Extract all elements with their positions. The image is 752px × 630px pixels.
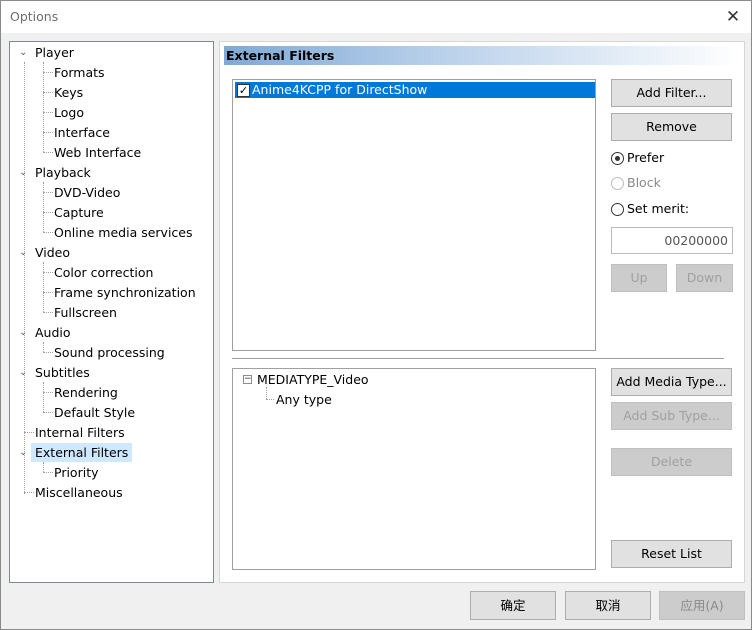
tree-item-capture[interactable]: Capture xyxy=(50,203,108,222)
collapse-icon[interactable]: ⌄ xyxy=(19,48,28,58)
cancel-button[interactable]: 取消 xyxy=(565,591,651,620)
checkbox-checked-icon[interactable]: ✓ xyxy=(237,84,250,97)
tree-item-audio[interactable]: Audio xyxy=(31,323,75,342)
tree-item-rendering[interactable]: Rendering xyxy=(50,383,122,402)
add-media-type-button[interactable]: Add Media Type... xyxy=(611,368,732,396)
collapse-icon[interactable]: ⌄ xyxy=(19,368,28,378)
radio-selected-icon xyxy=(615,156,620,161)
delete-button[interactable]: Delete xyxy=(611,448,732,476)
title-bar: Options ✕ xyxy=(1,1,751,33)
add-filter-button[interactable]: Add Filter... xyxy=(611,79,732,107)
filter-list-item[interactable]: ✓ Anime4KCPP for DirectShow xyxy=(235,82,595,98)
options-window: Options ✕ ⌄ Player Formats Keys Logo Int… xyxy=(0,0,752,630)
tree-item-formats[interactable]: Formats xyxy=(50,63,109,82)
tree-item-dvd-video[interactable]: DVD-Video xyxy=(50,183,124,202)
tree-item-color-correction[interactable]: Color correction xyxy=(50,263,157,282)
media-type-child[interactable]: Any type xyxy=(276,391,332,409)
close-icon[interactable]: ✕ xyxy=(721,5,745,29)
tree-item-keys[interactable]: Keys xyxy=(50,83,87,102)
media-type-root[interactable]: MEDIATYPE_Video xyxy=(257,371,369,389)
add-sub-type-button[interactable]: Add Sub Type... xyxy=(611,402,732,430)
tree-item-web-interface[interactable]: Web Interface xyxy=(50,143,145,162)
ok-button[interactable]: 确定 xyxy=(470,591,556,620)
tree-item-internal-filters[interactable]: Internal Filters xyxy=(31,423,129,442)
tree-item-interface[interactable]: Interface xyxy=(50,123,114,142)
tree-item-subtitles[interactable]: Subtitles xyxy=(31,363,94,382)
tree-item-logo[interactable]: Logo xyxy=(50,103,88,122)
external-filters-panel: External Filters ✓ Anime4KCPP for Direct… xyxy=(219,41,745,583)
tree-item-player[interactable]: Player xyxy=(31,43,78,62)
down-button[interactable]: Down xyxy=(676,264,733,292)
tree-item-default-style[interactable]: Default Style xyxy=(50,403,139,422)
tree-item-playback[interactable]: Playback xyxy=(31,163,95,182)
panel-header: External Filters xyxy=(224,46,742,65)
filter-list[interactable]: ✓ Anime4KCPP for DirectShow xyxy=(232,79,596,351)
options-tree[interactable]: ⌄ Player Formats Keys Logo Interface Web… xyxy=(9,41,214,583)
collapse-icon[interactable]: ⌄ xyxy=(19,328,28,338)
tree-item-external-filters[interactable]: External Filters xyxy=(31,443,133,462)
tree-item-sound-processing[interactable]: Sound processing xyxy=(50,343,169,362)
collapse-icon[interactable]: ⌄ xyxy=(19,248,28,258)
tree-item-video[interactable]: Video xyxy=(31,243,74,262)
tree-item-online-media-services[interactable]: Online media services xyxy=(50,223,197,242)
collapse-box-icon[interactable]: − xyxy=(243,375,252,384)
tree-item-fullscreen[interactable]: Fullscreen xyxy=(50,303,121,322)
reset-list-button[interactable]: Reset List xyxy=(611,540,732,568)
tree-item-miscellaneous[interactable]: Miscellaneous xyxy=(31,483,127,502)
tree-item-priority[interactable]: Priority xyxy=(50,463,103,482)
divider xyxy=(232,358,724,359)
merit-input[interactable]: 00200000 xyxy=(611,227,733,254)
apply-button[interactable]: 应用(A) xyxy=(659,591,745,620)
media-type-tree[interactable]: − MEDIATYPE_Video Any type xyxy=(232,368,596,570)
collapse-icon[interactable]: ⌄ xyxy=(19,168,28,178)
collapse-icon[interactable]: ⌄ xyxy=(19,448,28,458)
window-title: Options xyxy=(10,9,59,24)
up-button[interactable]: Up xyxy=(611,264,667,292)
remove-button[interactable]: Remove xyxy=(611,113,732,141)
tree-item-frame-synchronization[interactable]: Frame synchronization xyxy=(50,283,200,302)
